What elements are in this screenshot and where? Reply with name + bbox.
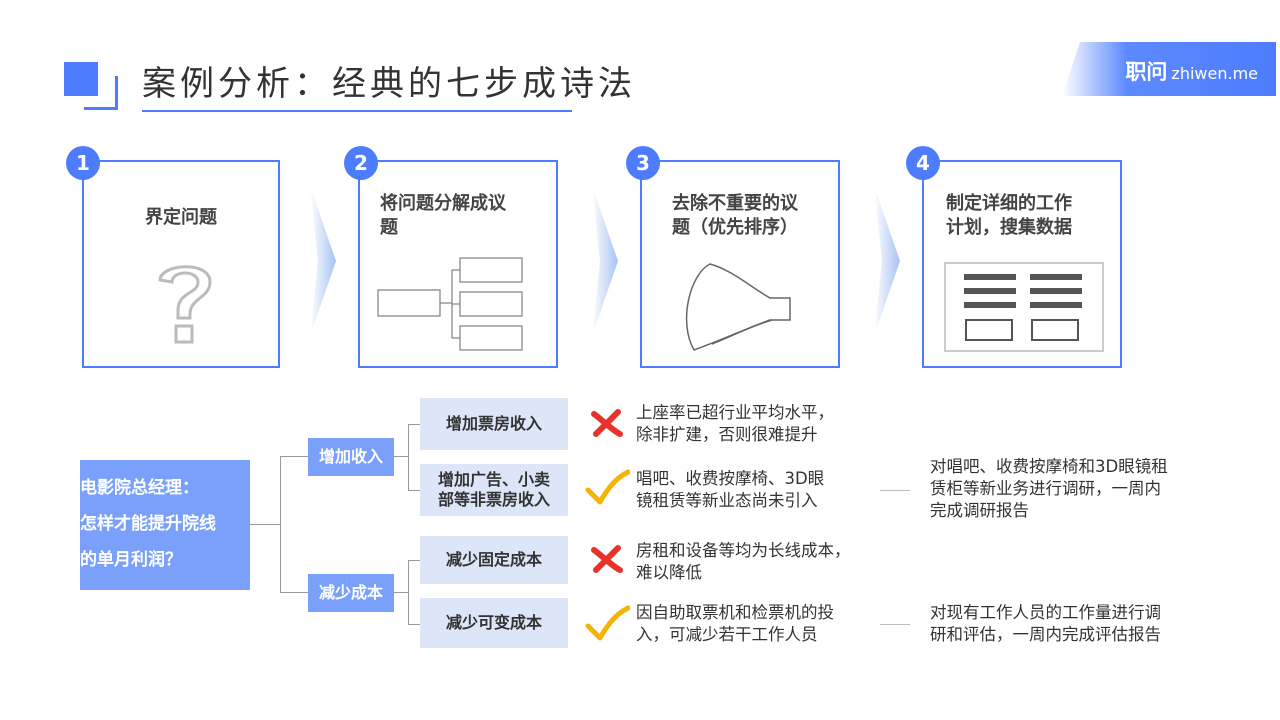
desc-line: 房租和设备等均为长线成本， (636, 541, 851, 560)
plan-line: 完成调研报告 (930, 501, 1029, 520)
step-label-line2: 计划，搜集数据 (946, 217, 1072, 238)
step-label-line2: 题（优先排序） (672, 217, 798, 238)
slide: 案例分析：经典的七步成诗法 职问 zhiwen.me 界定问题 1 将问题分解成议… (0, 0, 1280, 720)
brand-logo: 职问 zhiwen.me (1125, 56, 1258, 86)
root-question-line3: 的单月利润？ (80, 550, 182, 570)
branch-reduce-cost: 减少成本 (308, 574, 394, 612)
leaf-description-4: 因自助取票机和检票机的投 入，可减少若干工作人员 (636, 602, 834, 646)
desc-line: 因自助取票机和检票机的投 (636, 603, 834, 622)
step-number-3: 3 (626, 146, 660, 180)
step-card-4: 制定详细的工作 计划，搜集数据 (922, 160, 1122, 368)
connector (280, 456, 308, 457)
root-question-line2: 怎样才能提升院线 (80, 514, 216, 534)
plan-line: 对唱吧、收费按摩椅和3D眼镜租 (930, 457, 1168, 476)
desc-line: 唱吧、收费按摩椅、3D眼 (636, 469, 825, 488)
plan-line: 研和评估，一周内完成评估报告 (930, 625, 1161, 644)
plan-connector (880, 490, 910, 491)
check-icon (585, 469, 630, 505)
step-label: 制定详细的工作 计划，搜集数据 (946, 192, 1120, 240)
step-label: 界定问题 (145, 207, 217, 228)
step-label-line1: 去除不重要的议 (672, 193, 798, 214)
connector (280, 456, 281, 592)
leaf-description-2: 唱吧、收费按摩椅、3D眼 镜租赁等新业态尚未引入 (636, 468, 824, 512)
desc-line: 入，可减少若干工作人员 (636, 625, 818, 644)
brand-banner: 职问 zhiwen.me (1062, 42, 1276, 96)
connector (408, 490, 420, 491)
root-question-line1: 电影院总经理： (80, 478, 199, 498)
leaf-box-variable-cost: 减少可变成本 (420, 598, 568, 648)
issue-tree-icon (377, 257, 523, 351)
check-icon (585, 605, 630, 641)
step-label: 将问题分解成议 题 (380, 192, 556, 240)
connector (280, 592, 308, 593)
branch-increase-revenue: 增加收入 (308, 438, 394, 476)
step-card-3: 去除不重要的议 题（优先排序） (640, 160, 840, 368)
title-logo-outline (84, 76, 118, 110)
leaf-label-line1: 增加广告、小卖 (437, 470, 550, 489)
connector (408, 424, 409, 490)
connector (250, 524, 280, 525)
connector (408, 560, 420, 561)
leaf-description-1: 上座率已超行业平均水平， 除非扩建，否则很难提升 (636, 402, 834, 446)
question-mark-icon (158, 265, 212, 344)
desc-line: 难以降低 (636, 563, 702, 582)
connector (408, 624, 420, 625)
tree-root: 电影院总经理： 怎样才能提升院线 的单月利润？ (80, 460, 250, 590)
cross-icon (591, 409, 623, 437)
connector (408, 560, 409, 624)
leaf-box-non-box-office: 增加广告、小卖 部等非票房收入 (420, 464, 568, 516)
page-title: 案例分析：经典的七步成诗法 (142, 64, 636, 104)
leaf-description-3: 房租和设备等均为长线成本， 难以降低 (636, 540, 851, 584)
step-label-line2: 题 (380, 217, 398, 238)
leaf-label-line2: 部等非票房收入 (437, 490, 550, 509)
leaf-box-fixed-cost: 减少固定成本 (420, 536, 568, 584)
desc-line: 镜租赁等新业态尚未引入 (636, 491, 818, 510)
cross-icon (591, 545, 623, 573)
step-number-4: 4 (906, 146, 940, 180)
action-plan-2: 对现有工作人员的工作量进行调 研和评估，一周内完成评估报告 (930, 602, 1161, 646)
connector (408, 424, 420, 425)
connector (394, 456, 408, 457)
step-label-line1: 将问题分解成议 (380, 193, 506, 214)
funnel-icon (685, 263, 791, 351)
step-label: 去除不重要的议 题（优先排序） (672, 192, 838, 240)
plan-connector (880, 624, 910, 625)
title-underline (142, 110, 572, 112)
plan-line: 对现有工作人员的工作量进行调 (930, 603, 1161, 622)
brand-domain: zhiwen.me (1171, 64, 1258, 83)
step-card-2: 将问题分解成议 题 (358, 160, 558, 368)
chevron-right-icon (310, 186, 336, 336)
chevron-right-icon (592, 186, 618, 336)
chevron-right-icon (874, 186, 900, 336)
step-card-1: 界定问题 (82, 160, 280, 368)
step-label-line1: 制定详细的工作 (946, 193, 1072, 214)
connector (394, 592, 408, 593)
step-number-2: 2 (344, 146, 378, 180)
leaf-box-box-office: 增加票房收入 (420, 398, 568, 450)
plan-line: 赁柜等新业务进行调研，一周内 (930, 479, 1161, 498)
desc-line: 上座率已超行业平均水平， (636, 403, 834, 422)
action-plan-1: 对唱吧、收费按摩椅和3D眼镜租 赁柜等新业务进行调研，一周内 完成调研报告 (930, 456, 1168, 522)
work-plan-table-icon (944, 262, 1104, 352)
step-number-1: 1 (66, 146, 100, 180)
brand-name: 职问 (1125, 60, 1168, 84)
desc-line: 除非扩建，否则很难提升 (636, 425, 818, 444)
